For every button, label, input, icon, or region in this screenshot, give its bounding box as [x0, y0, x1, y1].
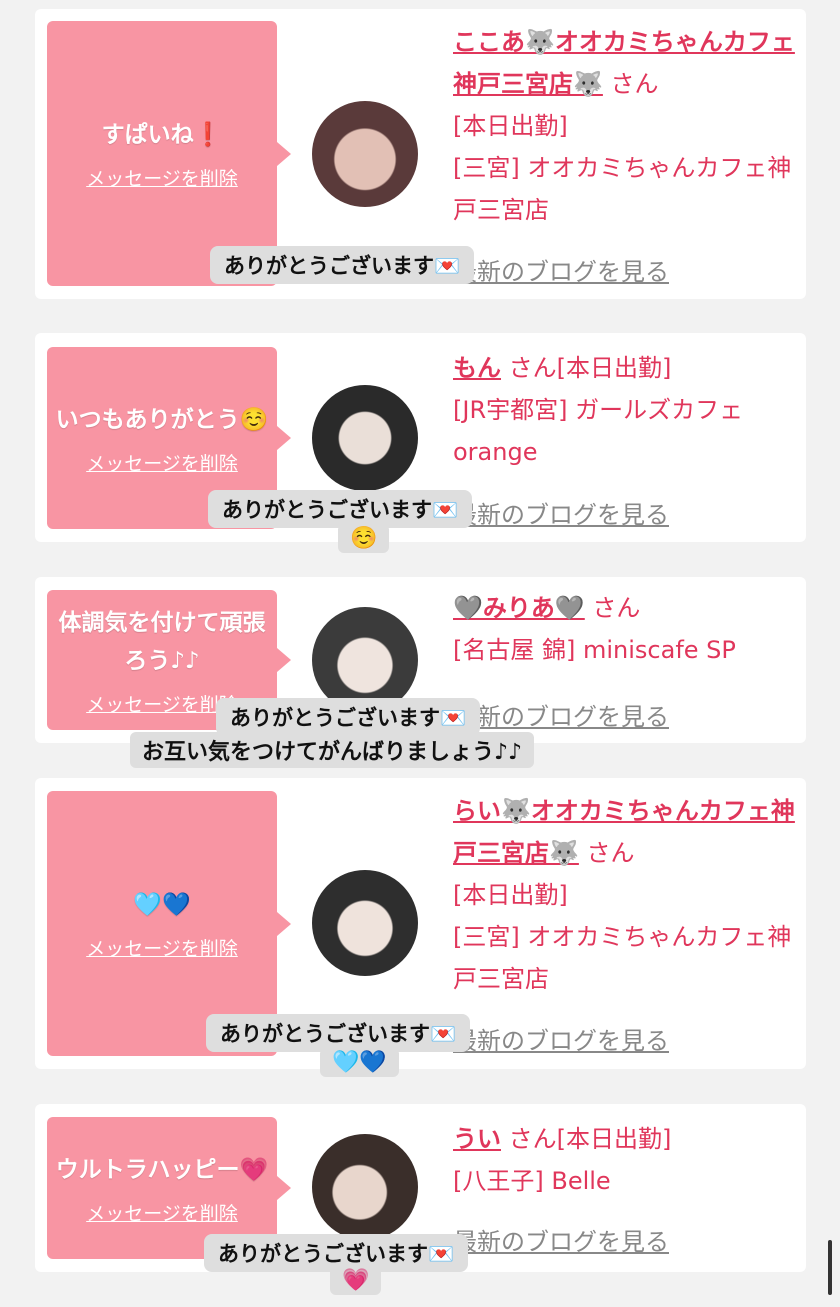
shop-area: [三宮] オオカミちゃんカフェ神戸三宮店 [453, 923, 792, 993]
cast-info: 🩶みりあ🩶 さん [名古屋 錦] miniscafe SP [453, 587, 798, 671]
reply-extra-text: お互い気をつけてがんばりましょう♪♪ [130, 732, 535, 768]
work-status: [本日出勤] [453, 112, 568, 140]
avatar[interactable] [312, 385, 418, 491]
latest-blog-link[interactable]: 最新のブログを見る [453, 495, 669, 530]
reply-extra-text: ☺️ [338, 524, 390, 553]
work-status: [本日出勤] [453, 881, 568, 909]
message-text: 🩵💙 [133, 892, 191, 918]
reply-text: ありがとうございます💌 [208, 490, 473, 528]
avatar[interactable] [312, 101, 418, 207]
cast-info: もん さん[本日出勤] [JR宇都宮] ガールズカフェorange [453, 347, 798, 473]
cast-name-link[interactable]: 🩶みりあ🩶 [453, 594, 585, 622]
delete-message-link[interactable]: メッセージを削除 [86, 164, 238, 191]
message-text: ウルトラハッピー💗 [55, 1156, 269, 1183]
message-text: 体調気を付けて頑張ろう♪♪ [58, 609, 266, 674]
delete-message-link[interactable]: メッセージを削除 [86, 1199, 238, 1226]
cast-name-link[interactable]: もん [453, 354, 501, 382]
cast-name-link[interactable]: うい [453, 1125, 501, 1153]
reply-extra-text: 🩵💙 [320, 1048, 399, 1077]
reply-extra-text: 💗 [330, 1266, 382, 1295]
message-text: すぱいね❗️ [101, 122, 223, 148]
honorific: さん [508, 1125, 557, 1153]
shop-area: [三宮] オオカミちゃんカフェ神戸三宮店 [453, 154, 792, 224]
latest-blog-link[interactable]: 最新のブログを見る [453, 252, 669, 287]
shop-area: [名古屋 錦] miniscafe SP [453, 636, 736, 664]
latest-blog-link[interactable]: 最新のブログを見る [453, 697, 669, 732]
cast-info: らい🐺オオカミちゃんカフェ神戸三宮店🐺 さん [本日出勤] [三宮] オオカミち… [453, 790, 798, 1000]
work-status: [本日出勤] [556, 354, 672, 382]
avatar[interactable] [312, 870, 418, 976]
reply-text: ありがとうございます💌 [210, 246, 475, 284]
cast-info: ここあ🐺オオカミちゃんカフェ神戸三宮店🐺 さん [本日出勤] [三宮] オオカミ… [453, 21, 798, 231]
latest-blog-link[interactable]: 最新のブログを見る [453, 1021, 669, 1056]
message-text: いつもありがとう☺️ [55, 406, 269, 433]
delete-message-link[interactable]: メッセージを削除 [86, 934, 238, 961]
shop-area: [JR宇都宮] ガールズカフェorange [453, 396, 744, 466]
honorific: さん [610, 70, 659, 98]
work-status: [本日出勤] [556, 1125, 672, 1153]
cast-info: うい さん[本日出勤] [八王子] Belle [453, 1118, 798, 1202]
reply-text: ありがとうございます💌 [206, 1014, 471, 1052]
shop-area: [八王子] Belle [453, 1167, 611, 1195]
honorific: さん [586, 839, 635, 867]
scrollbar[interactable] [828, 1240, 832, 1295]
latest-blog-link[interactable]: 最新のブログを見る [453, 1222, 669, 1257]
honorific: さん [508, 354, 557, 382]
avatar[interactable] [312, 1134, 418, 1240]
honorific: さん [592, 594, 641, 622]
delete-message-link[interactable]: メッセージを削除 [86, 449, 238, 476]
reply-text: ありがとうございます💌 [216, 698, 481, 736]
